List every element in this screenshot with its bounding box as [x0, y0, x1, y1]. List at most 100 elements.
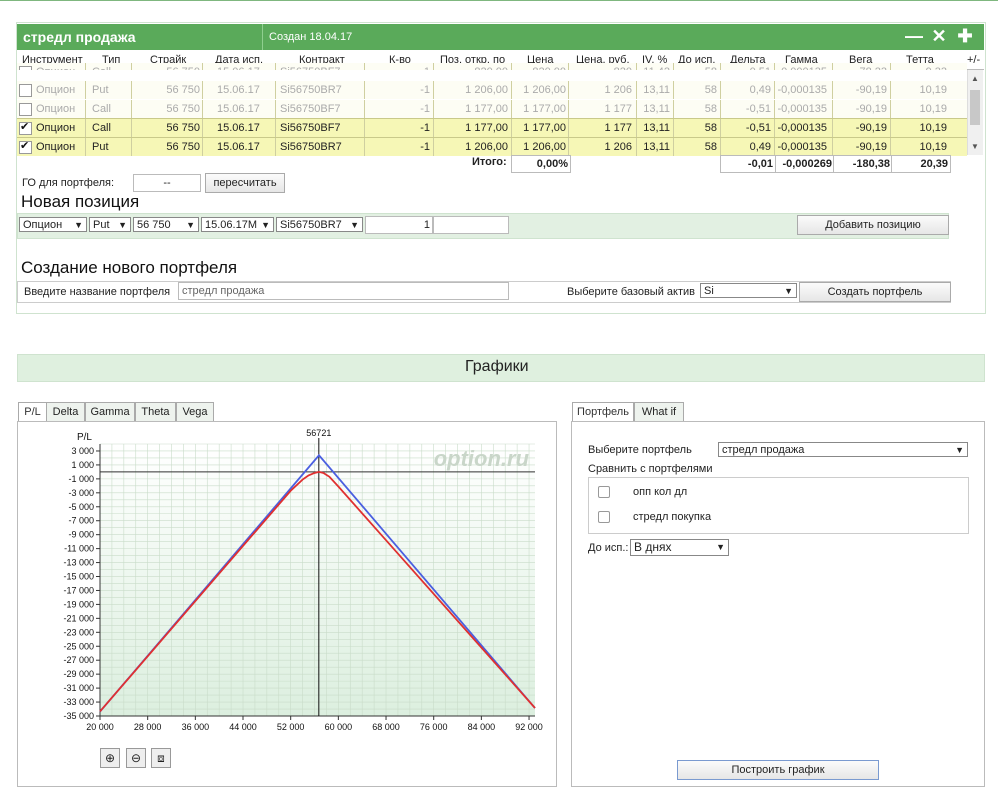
row-checkbox[interactable]	[19, 66, 32, 70]
create-portfolio-button[interactable]: Создать портфель	[799, 282, 951, 302]
cell-price: 1 177,00	[523, 103, 566, 115]
cell-divider	[636, 138, 637, 156]
tab-portfolio[interactable]: Портфель	[572, 402, 634, 422]
close-icon[interactable]: ✕	[930, 27, 948, 45]
recalculate-button[interactable]: пересчитать	[205, 173, 285, 193]
new-pos-price-input[interactable]	[433, 216, 509, 234]
cell-contract: Si56750BR7	[280, 141, 342, 153]
cell-divider	[275, 119, 276, 137]
x-tick-label: 28 000	[134, 722, 162, 732]
y-tick-label: -3 000	[68, 488, 94, 498]
cell-divider	[774, 63, 775, 70]
new-pos-instrument-select[interactable]: Опцион ▼	[19, 217, 87, 232]
cell-open: 1 206,00	[465, 141, 508, 153]
cell-divider	[433, 119, 434, 137]
totals-label: Итого:	[472, 156, 507, 168]
cell-iv: 13,11	[643, 141, 670, 153]
row-checkbox[interactable]	[19, 120, 32, 135]
scroll-thumb[interactable]	[970, 90, 980, 125]
cell-theta: 10,19	[919, 84, 947, 96]
cell-contract: Si56750BF7	[280, 66, 341, 70]
new-pos-qty-input[interactable]: 1	[365, 216, 433, 234]
table-row[interactable]: Опцион Put 56 750 15.06.17 Si56750BR7 -1 1 206…	[17, 137, 983, 156]
table-row[interactable]: Опцион Call 56 750 15.06.17 Si56750BF7 -1 1 17…	[17, 100, 983, 118]
cell-divider	[202, 119, 203, 137]
cell-qty: -1	[420, 84, 430, 96]
new-pos-date-value: 15.06.17M	[205, 219, 257, 231]
scroll-up-icon[interactable]: ▲	[971, 74, 979, 83]
cell-inst: Опцион	[36, 141, 76, 153]
cell-divider	[832, 63, 833, 70]
zoom-in-icon[interactable]: ⊕	[100, 748, 120, 768]
cell-divider	[364, 119, 365, 137]
table-row[interactable]: Опцион Put 56 750 15.06.17 Si56750BR7 -1 1 206…	[17, 81, 983, 99]
chevron-down-icon: ▼	[955, 445, 964, 455]
table-row[interactable]: Опцион Call 56 750 15.06.17 Si56750BF7 -1 820,…	[17, 63, 967, 70]
new-pos-strike-select[interactable]: 56 750 ▼	[133, 217, 199, 232]
new-pos-type-select[interactable]: Put ▼	[89, 217, 131, 232]
cell-inst: Опцион	[36, 66, 75, 70]
expiry-label: До исп.:	[588, 542, 629, 554]
zoom-reset-icon[interactable]: ⧈	[151, 748, 171, 768]
cell-divider	[774, 119, 775, 137]
cell-divider	[202, 100, 203, 118]
add-icon[interactable]: ✚	[956, 27, 974, 45]
cell-gamma: -0,000135	[777, 84, 827, 96]
cell-type: Call	[92, 122, 111, 134]
build-chart-button[interactable]: Построить график	[677, 760, 879, 780]
cell-divider	[890, 81, 891, 99]
row-checkbox[interactable]	[19, 139, 32, 154]
y-tick-label: -1 000	[68, 474, 94, 484]
cell-price: 1 177,00	[523, 122, 566, 134]
cell-iv: 13,11	[643, 122, 670, 134]
compare-checkbox-2[interactable]	[598, 511, 610, 523]
totals-delta: -0,01	[720, 155, 776, 173]
zoom-out-icon[interactable]: ⊖	[126, 748, 146, 768]
y-tick-label: -21 000	[63, 613, 94, 623]
cell-divider	[364, 100, 365, 118]
new-pos-contract-select[interactable]: Si56750BR7 ▼	[276, 217, 363, 232]
cell-open: 1 177,00	[465, 122, 508, 134]
y-tick-label: -29 000	[63, 669, 94, 679]
portfolio-name-input[interactable]: стредл продажа	[178, 282, 509, 300]
add-position-button[interactable]: Добавить позицию	[797, 215, 949, 235]
y-tick-label: -25 000	[63, 641, 94, 651]
table-scrollbar[interactable]: ▲ ▼	[967, 70, 983, 155]
cell-divider	[202, 63, 203, 70]
row-checkbox[interactable]	[19, 84, 32, 97]
expiry-select[interactable]: В днях ▼	[630, 539, 729, 556]
tab-vega[interactable]: Vega	[176, 402, 214, 422]
x-tick-label: 84 000	[468, 722, 496, 732]
cell-divider	[720, 81, 721, 99]
cell-gamma: -0,000135	[777, 103, 827, 115]
cell-type: Call	[92, 103, 111, 115]
tab-theta[interactable]: Theta	[135, 402, 176, 422]
expiry-select-value: В днях	[634, 540, 672, 554]
cell-delta: -0,51	[746, 66, 771, 70]
compare-checkbox-1[interactable]	[598, 486, 610, 498]
cell-open: 1 177,00	[465, 103, 508, 115]
new-portfolio-title: Создание нового портфеля	[21, 258, 238, 277]
new-pos-date-select[interactable]: 15.06.17M ▼	[201, 217, 274, 232]
tab-gamma[interactable]: Gamma	[85, 402, 135, 422]
table-row[interactable]: Опцион Call 56 750 15.06.17 Si56750BF7 -1 1 17…	[17, 118, 983, 137]
th-plusminus[interactable]: +/-	[967, 54, 980, 66]
chevron-down-icon: ▼	[716, 542, 725, 552]
tab-delta[interactable]: Delta	[46, 402, 85, 422]
portfolio-select[interactable]: стредл продажа ▼	[718, 442, 968, 457]
top-divider	[0, 0, 998, 1]
portfolio-select-value: стредл продажа	[722, 444, 805, 456]
row-checkbox[interactable]	[19, 103, 32, 116]
cell-divider	[568, 138, 569, 156]
cell-divider	[636, 100, 637, 118]
tab-pl[interactable]: P/L	[18, 402, 47, 422]
portfolio-titlebar: стредл продажа Создан 18.04.17 — ✕ ✚	[17, 24, 984, 50]
minimize-icon[interactable]: —	[905, 27, 923, 45]
cell-contract: Si56750BF7	[280, 103, 341, 115]
tab-what-if[interactable]: What if	[634, 402, 684, 422]
cell-iv: 11,42	[643, 66, 670, 70]
cell-strike: 56 750	[166, 66, 200, 70]
base-asset-select[interactable]: Si ▼	[700, 283, 797, 298]
scroll-down-icon[interactable]: ▼	[971, 142, 979, 151]
x-tick-label: 44 000	[229, 722, 257, 732]
